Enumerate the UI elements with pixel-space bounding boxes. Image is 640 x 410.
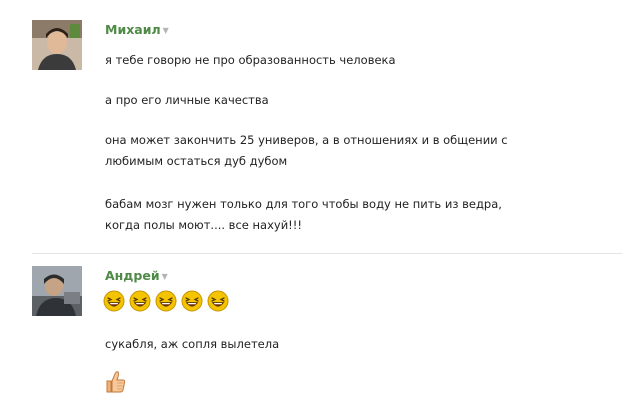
message-line: любимым остаться дуб дубом [105,154,288,168]
author-name[interactable]: Андрей ▼ [105,268,168,283]
chat-window: Михаил ▼ я тебе говорю не про образованно… [0,0,640,410]
chevron-down-icon[interactable]: ▼ [162,272,168,281]
author-name-text[interactable]: Андрей [105,268,160,283]
laughing-smiley-icon [103,290,125,312]
message-line: я тебе говорю не про образованность чело… [105,53,396,67]
avatar[interactable] [32,20,82,70]
user-photo-icon [32,266,82,316]
author-name-text[interactable]: Михаил [105,22,161,37]
laughing-smiley-icon [181,290,203,312]
laughing-smiley-icon [129,290,151,312]
avatar[interactable] [32,266,82,316]
message-line: она может закончить 25 универов, а в отн… [105,133,508,147]
author-name[interactable]: Михаил ▼ [105,22,169,37]
message-divider [32,253,622,254]
message-line: а про его личные качества [105,93,269,107]
laughing-smiley-icon [155,290,177,312]
message-line: когда полы моют.... все нахуй!!! [105,218,302,232]
laughing-smiley-icon [207,290,229,312]
message-line: бабам мозг нужен только для того чтобы в… [105,197,502,211]
chevron-down-icon[interactable]: ▼ [163,26,169,35]
message-line: сукабля, аж сопля вылетела [105,337,280,351]
user-photo-icon [32,20,82,70]
emoji-row [103,290,229,312]
thumbs-up-icon[interactable] [104,370,126,394]
